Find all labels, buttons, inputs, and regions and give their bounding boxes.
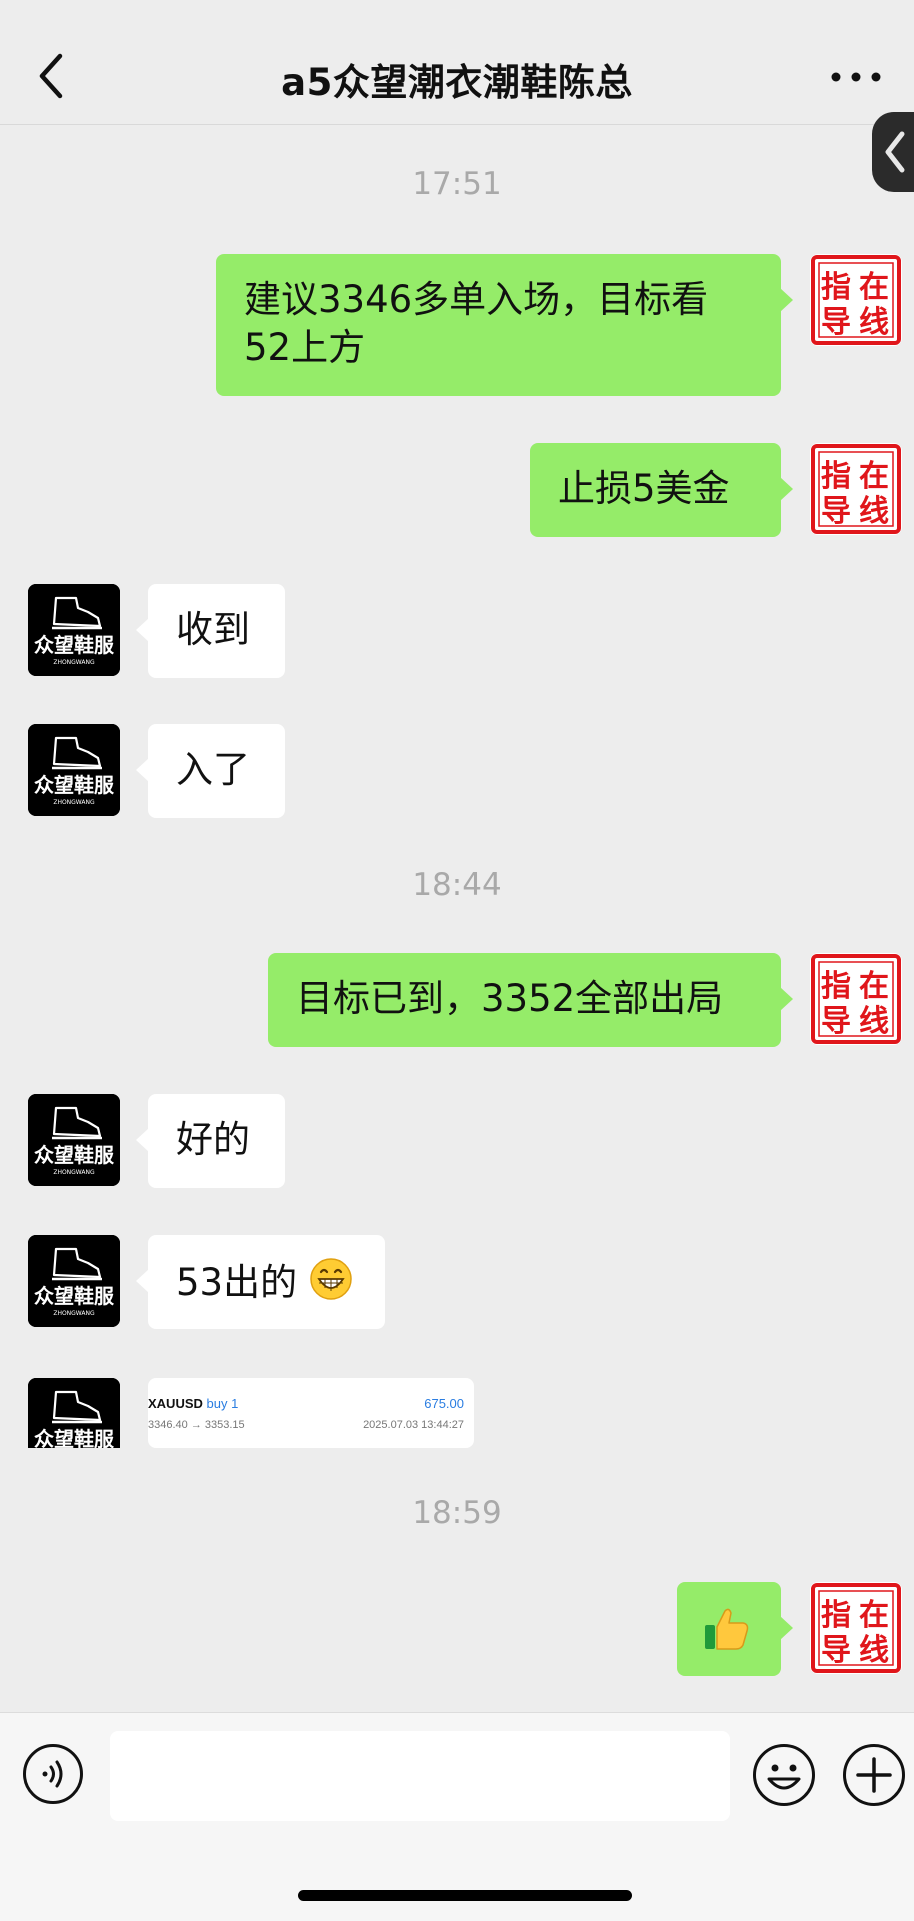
timestamp: 18:59: [412, 1495, 502, 1531]
emoji-button[interactable]: [752, 1743, 816, 1807]
message-bubble-sent[interactable]: [677, 1582, 793, 1676]
chat-header: a5众望潮衣潮鞋陈总: [0, 0, 914, 125]
seal-stamp-icon: 指 在 导 线: [811, 1583, 901, 1673]
voice-button[interactable]: [22, 1743, 84, 1805]
trade-side: buy 1: [206, 1396, 239, 1411]
timestamp: 18:44: [412, 867, 502, 903]
message-input[interactable]: [110, 1731, 730, 1821]
shoe-logo-icon: 众望鞋服: [28, 1378, 120, 1448]
message-text-line: 建议3346多单入场，目标看: [244, 278, 709, 321]
message-text: 53出的: [176, 1261, 298, 1304]
svg-text:在: 在: [859, 1598, 889, 1633]
contact-avatar[interactable]: 众望鞋服 ZHONGWANG: [28, 1235, 120, 1327]
contact-avatar[interactable]: 众望鞋服 ZHONGWANG: [28, 724, 120, 816]
svg-text:线: 线: [859, 494, 889, 529]
grinning-face-icon: [310, 1258, 352, 1300]
my-avatar[interactable]: 指 在 导 线: [810, 953, 902, 1045]
svg-text:ZHONGWANG: ZHONGWANG: [53, 1169, 95, 1176]
trade-symbol: XAUUSD: [148, 1396, 203, 1411]
contact-avatar[interactable]: 众望鞋服 ZHONGWANG: [28, 1094, 120, 1186]
trade-row-details: 3346.40 → 3353.15 2025.07.03 13:44:27: [148, 1419, 464, 1431]
svg-text:在: 在: [859, 969, 889, 1004]
message-text: 收到: [176, 608, 250, 651]
seal-stamp-icon: 指 在 导 线: [811, 255, 901, 345]
message-text: 入了: [176, 748, 250, 791]
trade-prices: 3346.40 → 3353.15: [148, 1419, 245, 1431]
svg-text:ZHONGWANG: ZHONGWANG: [53, 659, 95, 666]
svg-text:指: 指: [821, 1598, 851, 1633]
svg-text:线: 线: [859, 305, 889, 340]
my-avatar[interactable]: 指 在 导 线: [810, 1582, 902, 1674]
svg-text:线: 线: [859, 1633, 889, 1668]
message-bubble-received[interactable]: 入了: [136, 724, 285, 818]
my-avatar[interactable]: 指 在 导 线: [810, 254, 902, 346]
message-text-line: 52上方: [244, 326, 366, 369]
smiley-icon: [753, 1744, 815, 1806]
svg-text:众望鞋服: 众望鞋服: [34, 1143, 115, 1167]
seal-stamp-icon: 指 在 导 线: [811, 954, 901, 1044]
svg-text:线: 线: [859, 1004, 889, 1039]
message-bubble-sent[interactable]: 建议3346多单入场，目标看 52上方: [216, 254, 793, 396]
shoe-logo-icon: 众望鞋服 ZHONGWANG: [28, 1235, 120, 1327]
contact-avatar[interactable]: 众望鞋服: [28, 1378, 120, 1448]
ellipsis-icon: [831, 72, 881, 82]
shoe-logo-icon: 众望鞋服 ZHONGWANG: [28, 724, 120, 816]
message-bubble-received[interactable]: 53出的: [136, 1235, 385, 1329]
seal-stamp-icon: 指 在 导 线: [811, 444, 901, 534]
svg-text:在: 在: [859, 459, 889, 494]
svg-text:众望鞋服: 众望鞋服: [34, 1284, 115, 1308]
svg-text:ZHONGWANG: ZHONGWANG: [53, 1310, 95, 1317]
trade-row-summary: XAUUSD buy 1 675.00: [148, 1396, 464, 1411]
home-indicator: [298, 1890, 632, 1901]
message-text: 止损5美金: [558, 467, 730, 510]
svg-text:导: 导: [821, 1633, 851, 1668]
message-bubble-sent[interactable]: 目标已到，3352全部出局: [268, 953, 793, 1047]
trade-datetime: 2025.07.03 13:44:27: [363, 1419, 464, 1431]
svg-text:在: 在: [859, 270, 889, 305]
message-text: 好的: [176, 1118, 250, 1161]
shoe-logo-icon: 众望鞋服 ZHONGWANG: [28, 1094, 120, 1186]
message-bubble-received[interactable]: 好的: [136, 1094, 285, 1188]
shoe-logo-icon: 众望鞋服 ZHONGWANG: [28, 584, 120, 676]
message-text: 目标已到，3352全部出局: [296, 977, 724, 1020]
chat-title: a5众望潮衣潮鞋陈总: [281, 61, 633, 104]
trade-screenshot-image[interactable]: XAUUSD buy 1 675.00 3346.40 → 3353.15 20…: [148, 1378, 474, 1448]
contact-avatar[interactable]: 众望鞋服 ZHONGWANG: [28, 584, 120, 676]
svg-text:导: 导: [821, 1004, 851, 1039]
plus-button[interactable]: [842, 1743, 906, 1807]
svg-text:ZHONGWANG: ZHONGWANG: [53, 799, 95, 806]
voice-icon: [23, 1744, 83, 1804]
plus-icon: [843, 1744, 905, 1806]
svg-text:指: 指: [821, 969, 851, 1004]
svg-text:指: 指: [821, 270, 851, 305]
message-bubble-received[interactable]: 收到: [136, 584, 285, 678]
svg-text:众望鞋服: 众望鞋服: [34, 1427, 115, 1448]
svg-text:指: 指: [821, 459, 851, 494]
svg-text:导: 导: [821, 494, 851, 529]
timestamp: 17:51: [412, 166, 502, 202]
svg-text:众望鞋服: 众望鞋服: [34, 773, 115, 797]
message-bubble-sent[interactable]: 止损5美金: [530, 443, 793, 537]
svg-text:众望鞋服: 众望鞋服: [34, 633, 115, 657]
thumbs-up-icon: [705, 1608, 749, 1650]
more-button[interactable]: [828, 58, 884, 96]
trade-profit: 675.00: [424, 1396, 464, 1411]
svg-text:导: 导: [821, 305, 851, 340]
my-avatar[interactable]: 指 在 导 线: [810, 443, 902, 535]
